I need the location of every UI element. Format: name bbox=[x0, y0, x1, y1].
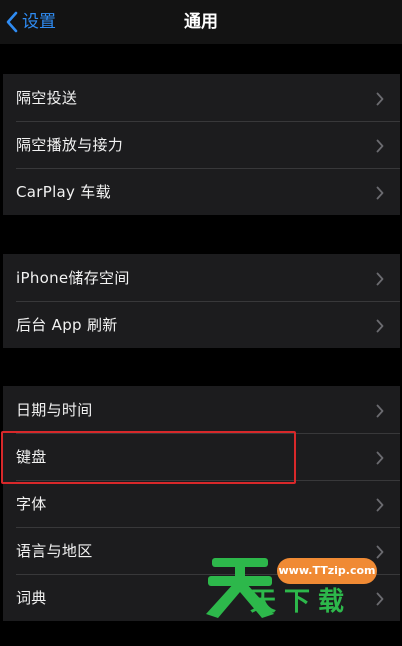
row-label: 隔空播放与接力 bbox=[16, 136, 124, 154]
page-title: 通用 bbox=[184, 12, 218, 32]
watermark-char: 下 bbox=[284, 587, 311, 617]
watermark-char: 载 bbox=[318, 587, 345, 617]
row-airdrop[interactable]: 隔空投送 bbox=[3, 74, 400, 121]
row-background-app-refresh[interactable]: 后台 App 刷新 bbox=[3, 301, 400, 348]
row-label: 语言与地区 bbox=[16, 542, 93, 560]
watermark-text: 天 下 载 bbox=[250, 587, 344, 617]
settings-group-regional: 日期与时间 键盘 字体 语言与地区 词典 bbox=[3, 386, 400, 621]
row-label: iPhone储存空间 bbox=[16, 269, 130, 287]
row-label: 字体 bbox=[16, 495, 47, 513]
settings-general-screen: 设置 通用 隔空投送 隔空播放与接力 CarPlay 车载 iPhone储存空间 bbox=[0, 0, 402, 646]
row-label: 日期与时间 bbox=[16, 401, 93, 419]
row-label: 后台 App 刷新 bbox=[16, 316, 118, 334]
settings-group-storage: iPhone储存空间 后台 App 刷新 bbox=[3, 254, 400, 348]
chevron-right-icon bbox=[376, 450, 384, 469]
chevron-right-icon bbox=[376, 403, 384, 422]
row-keyboard[interactable]: 键盘 bbox=[3, 433, 400, 480]
row-carplay[interactable]: CarPlay 车载 bbox=[3, 168, 400, 215]
navigation-bar: 设置 通用 bbox=[0, 0, 402, 44]
row-label: 隔空投送 bbox=[16, 89, 78, 107]
row-label: 词典 bbox=[16, 589, 47, 607]
watermark-char: 天 bbox=[250, 587, 277, 617]
chevron-right-icon bbox=[376, 544, 384, 563]
settings-group-connectivity: 隔空投送 隔空播放与接力 CarPlay 车载 bbox=[3, 74, 400, 215]
row-iphone-storage[interactable]: iPhone储存空间 bbox=[3, 254, 400, 301]
chevron-right-icon bbox=[376, 497, 384, 516]
row-date-time[interactable]: 日期与时间 bbox=[3, 386, 400, 433]
chevron-right-icon bbox=[376, 138, 384, 157]
chevron-right-icon bbox=[376, 318, 384, 337]
watermark-url: www.TTzip.com bbox=[277, 558, 377, 584]
chevron-right-icon bbox=[376, 271, 384, 290]
row-airplay-handoff[interactable]: 隔空播放与接力 bbox=[3, 121, 400, 168]
chevron-right-icon bbox=[376, 185, 384, 204]
chevron-right-icon bbox=[376, 91, 384, 110]
row-fonts[interactable]: 字体 bbox=[3, 480, 400, 527]
row-label: 键盘 bbox=[16, 448, 47, 466]
chevron-right-icon bbox=[376, 591, 384, 610]
row-label: CarPlay 车载 bbox=[16, 183, 111, 201]
